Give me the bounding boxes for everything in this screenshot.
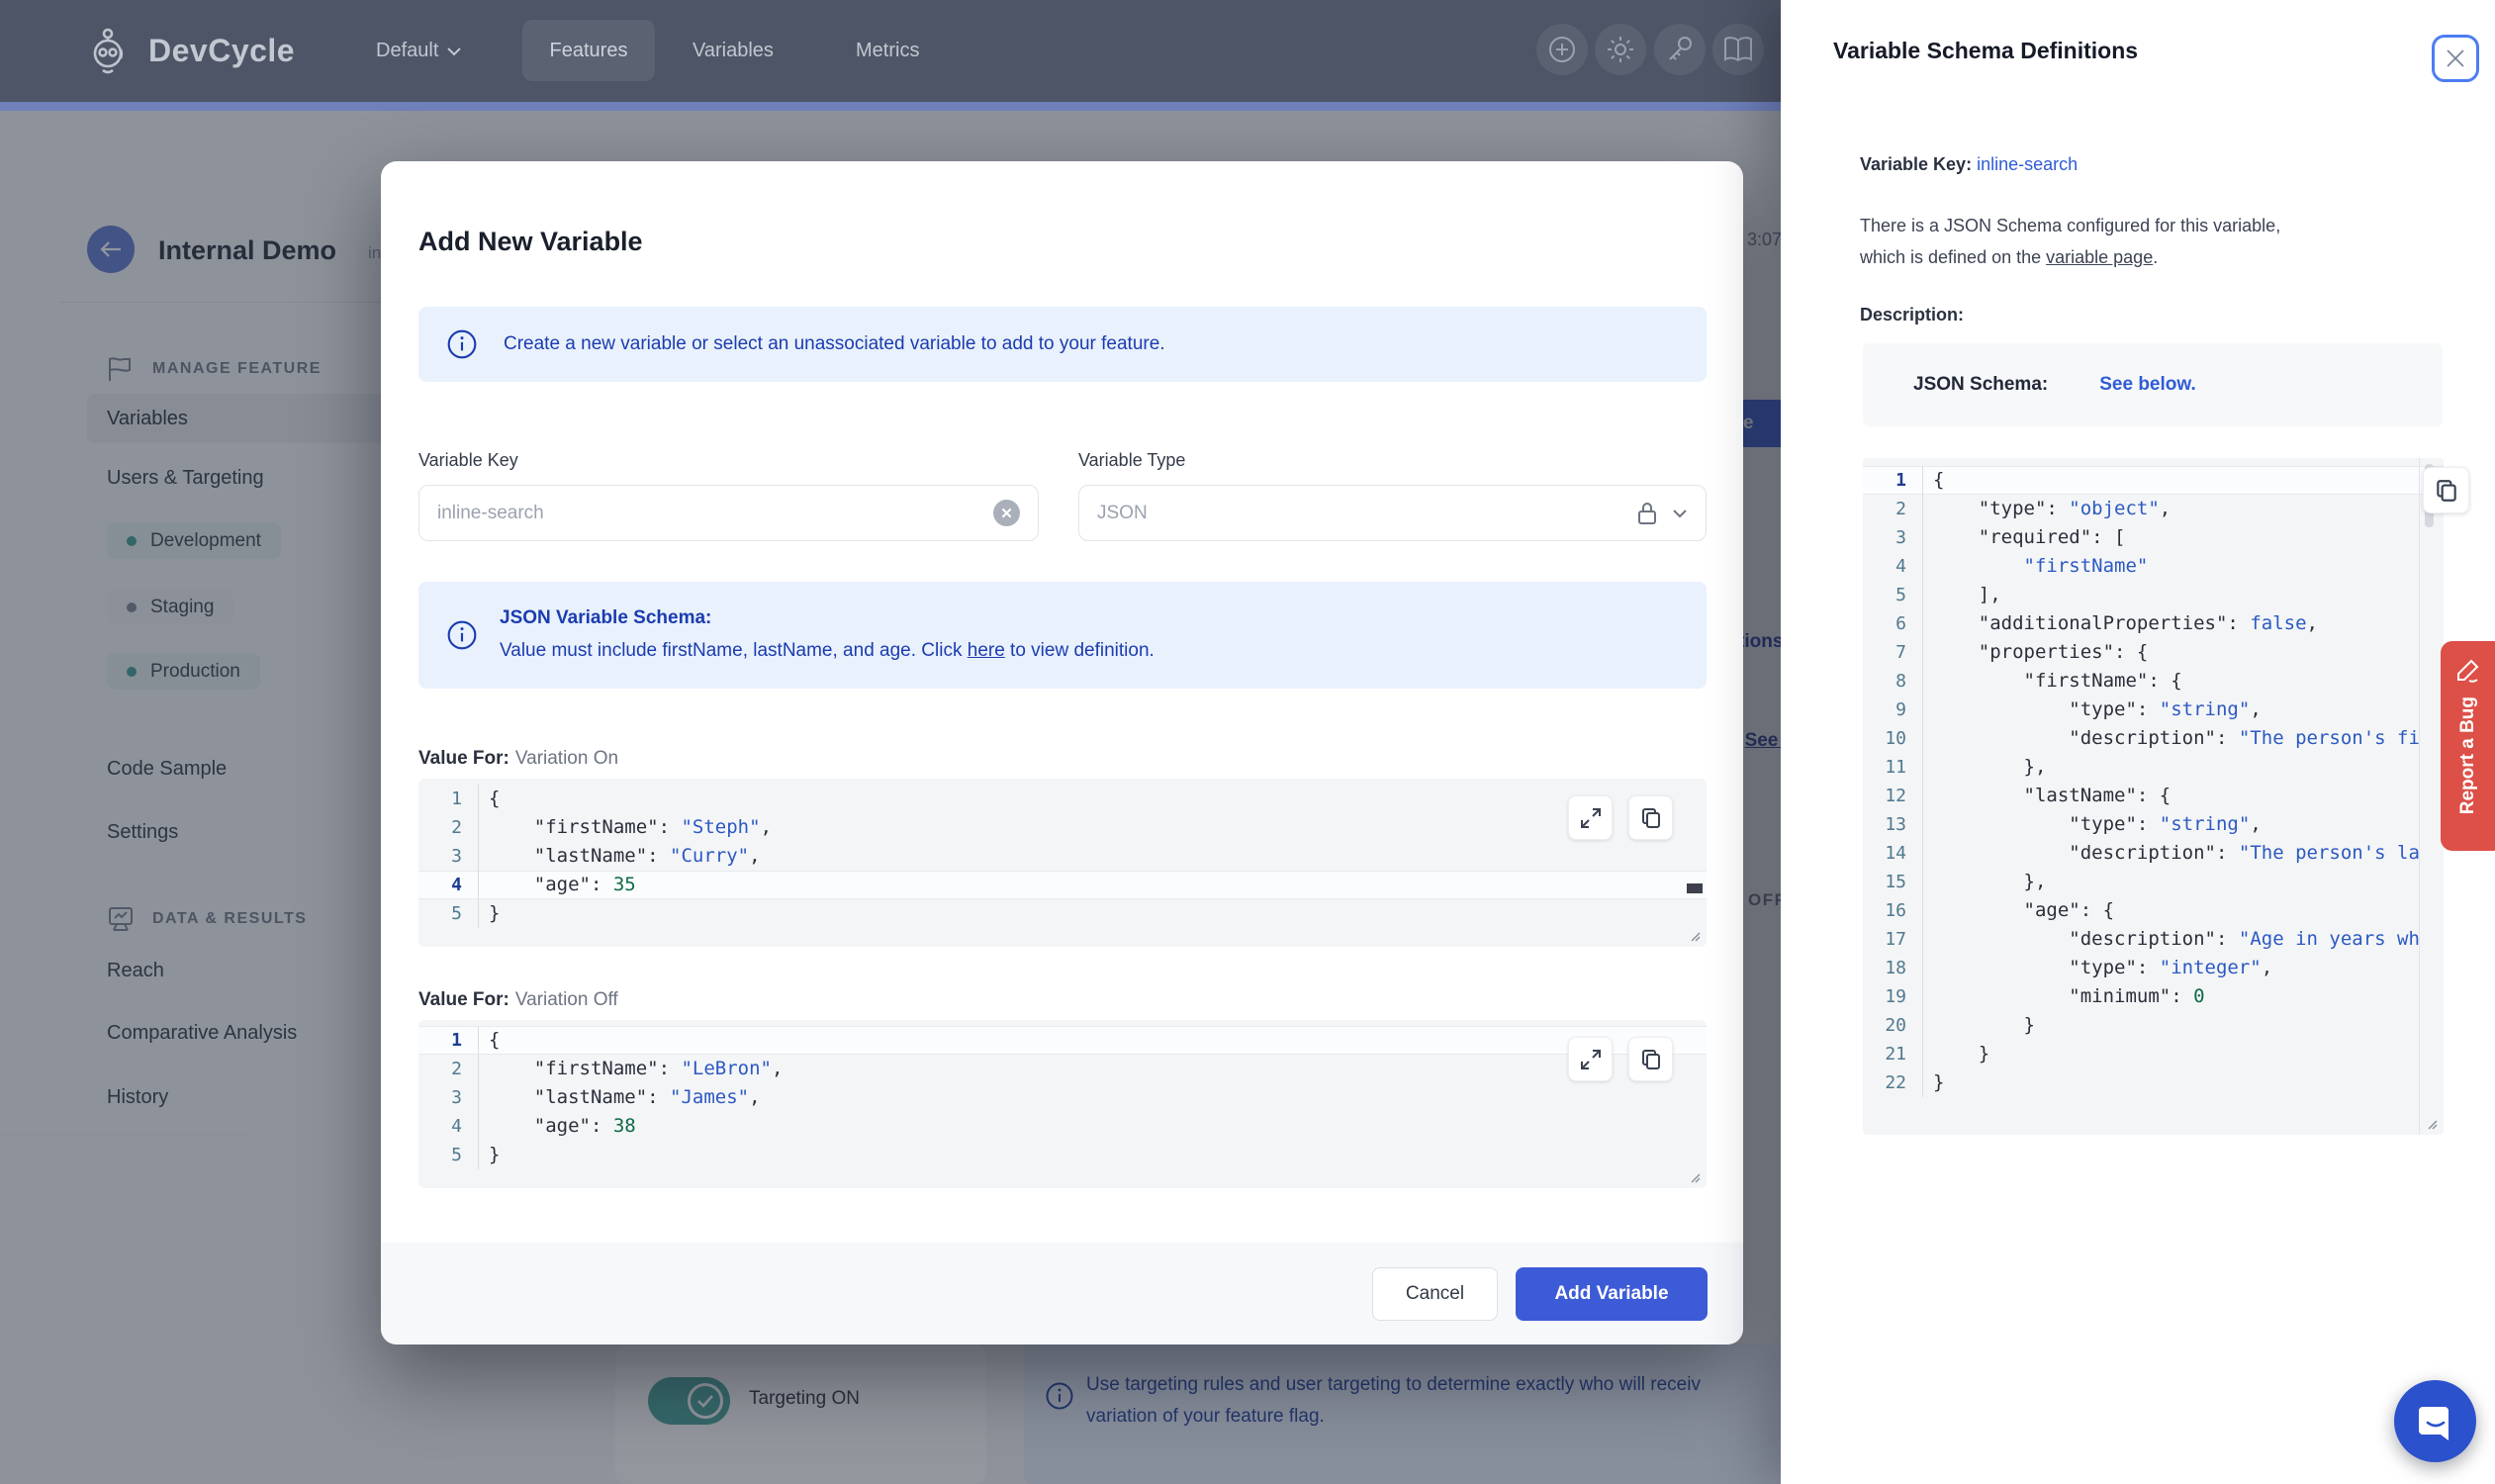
here-link[interactable]: here xyxy=(968,640,1005,661)
variable-key-input[interactable]: inline-search ✕ xyxy=(418,485,1039,541)
project-selector[interactable]: Default xyxy=(376,0,462,102)
devcycle-robot-icon xyxy=(87,26,133,75)
value-for-variation-on-label: Value For: Variation On xyxy=(418,748,619,769)
clear-input-icon[interactable]: ✕ xyxy=(993,500,1020,526)
chat-widget-button[interactable] xyxy=(2394,1380,2476,1462)
code-line: 11 }, xyxy=(1863,753,2444,782)
schema-code-block[interactable]: 1{2 "type": "object", 3 "required": [4 "f… xyxy=(1863,458,2444,1135)
code-line: 13 "type": "string", xyxy=(1863,810,2444,839)
schema-banner-body: Value must include firstName, lastName, … xyxy=(500,640,1155,661)
code-line: 3 "lastName": "Curry", xyxy=(418,842,1707,871)
schema-banner-title: JSON Variable Schema: xyxy=(500,607,712,628)
variable-type-label: Variable Type xyxy=(1078,450,1186,470)
panel-title: Variable Schema Definitions xyxy=(1833,38,2139,63)
report-bug-label: Report a Bug xyxy=(2456,696,2478,815)
pencil-icon xyxy=(2455,657,2481,683)
code-line: 2 "firstName": "Steph", xyxy=(418,813,1707,842)
code-line: 5} xyxy=(418,1141,1707,1169)
close-icon xyxy=(2445,47,2466,69)
key-icon xyxy=(1665,35,1695,64)
code-line: 22} xyxy=(1863,1068,2444,1097)
docs-button[interactable] xyxy=(1712,24,1764,75)
modal-footer: Cancel Add Variable xyxy=(381,1243,1743,1345)
code-line: 3 "required": [ xyxy=(1863,523,2444,552)
code-line: 21 } xyxy=(1863,1040,2444,1068)
lock-icon xyxy=(1636,501,1658,526)
variable-type-select[interactable]: JSON xyxy=(1078,485,1707,541)
code-line: 18 "type": "integer", xyxy=(1863,954,2444,982)
code-line: 17 "description": "Age in years wh xyxy=(1863,925,2444,954)
code-line: 8 "firstName": { xyxy=(1863,667,2444,696)
cancel-button[interactable]: Cancel xyxy=(1372,1267,1498,1321)
copy-icon[interactable] xyxy=(1628,795,1673,840)
add-new-variable-modal: Add New Variable Create a new variable o… xyxy=(381,161,1743,1345)
gear-icon xyxy=(1606,35,1635,64)
book-icon xyxy=(1722,36,1754,63)
brand-name: DevCycle xyxy=(148,32,296,68)
variable-key-label: Variable Key xyxy=(418,450,518,470)
variation-on-editor[interactable]: 1{2 "firstName": "Steph", 3 "lastName": "… xyxy=(418,779,1707,947)
editor-scrollbar-thumb[interactable] xyxy=(1687,883,1703,893)
variable-schema-definitions-panel: Variable Schema Definitions Variable Key… xyxy=(1781,0,2495,1484)
info-circle-icon xyxy=(446,619,478,651)
code-line: 2 "firstName": "LeBron", xyxy=(418,1055,1707,1083)
copy-icon[interactable] xyxy=(2423,467,2469,513)
description-label: Description: xyxy=(1860,305,1965,325)
code-line: 19 "minimum": 0 xyxy=(1863,982,2444,1011)
report-a-bug-tab[interactable]: Report a Bug xyxy=(2441,641,2495,851)
panel-paragraph: There is a JSON Schema configured for th… xyxy=(1860,216,2281,267)
resize-handle-icon[interactable] xyxy=(1689,1171,1701,1183)
code-line: 3 "lastName": "James", xyxy=(418,1083,1707,1112)
code-line: 15 }, xyxy=(1863,868,2444,896)
create-button[interactable] xyxy=(1536,24,1588,75)
code-line: 1{ xyxy=(418,785,1707,813)
code-line: 6 "additionalProperties": false, xyxy=(1863,609,2444,638)
devcycle-logo[interactable]: DevCycle xyxy=(87,26,295,75)
expand-editor-button[interactable] xyxy=(1568,795,1613,840)
panel-variable-key: Variable Key: inline-search xyxy=(1860,154,2079,174)
code-line: 1{ xyxy=(1863,466,2444,495)
copy-icon[interactable] xyxy=(1628,1037,1673,1081)
tab-features[interactable]: Features xyxy=(522,20,655,81)
info-circle-icon xyxy=(446,328,478,360)
tab-variables[interactable]: Variables xyxy=(693,0,774,102)
schema-scrollbar-track[interactable] xyxy=(2419,458,2420,1135)
plus-circle-icon xyxy=(1547,35,1577,64)
code-line: 12 "lastName": { xyxy=(1863,782,2444,810)
create-variable-info-banner: Create a new variable or select an unass… xyxy=(418,307,1707,382)
code-line: 4 "firstName" xyxy=(1863,552,2444,581)
see-below-link[interactable]: See below. xyxy=(2099,374,2196,396)
close-panel-button[interactable] xyxy=(2432,35,2479,82)
api-keys-button[interactable] xyxy=(1654,24,1706,75)
variation-off-editor[interactable]: 1{2 "firstName": "LeBron", 3 "lastName": … xyxy=(418,1020,1707,1188)
resize-handle-icon[interactable] xyxy=(2426,1118,2438,1130)
code-line: 16 "age": { xyxy=(1863,896,2444,925)
code-line: 9 "type": "string", xyxy=(1863,696,2444,724)
code-line: 5} xyxy=(418,899,1707,928)
code-line: 4 "age": 35 xyxy=(418,871,1707,899)
tab-metrics[interactable]: Metrics xyxy=(856,0,919,102)
code-line: 1{ xyxy=(418,1026,1707,1055)
code-line: 7 "properties": { xyxy=(1863,638,2444,667)
json-schema-banner: JSON Variable Schema: Value must include… xyxy=(418,582,1707,689)
code-line: 2 "type": "object", xyxy=(1863,495,2444,523)
resize-handle-icon[interactable] xyxy=(1689,930,1701,942)
code-line: 5 ], xyxy=(1863,581,2444,609)
variable-page-link[interactable]: variable page xyxy=(2046,247,2153,267)
chevron-down-icon xyxy=(1672,509,1688,518)
chat-bubble-icon xyxy=(2415,1401,2456,1442)
code-line: 20 } xyxy=(1863,1011,2444,1040)
add-variable-button[interactable]: Add Variable xyxy=(1516,1267,1708,1321)
modal-title: Add New Variable xyxy=(418,227,643,256)
chevron-down-icon xyxy=(446,46,462,56)
code-line: 14 "description": "The person's la xyxy=(1863,839,2444,868)
code-line: 4 "age": 38 xyxy=(418,1112,1707,1141)
json-schema-row: JSON Schema: See below. xyxy=(1863,343,2443,426)
json-schema-label: JSON Schema: xyxy=(1913,374,2049,395)
expand-editor-button[interactable] xyxy=(1568,1037,1613,1081)
code-line: 10 "description": "The person's fi xyxy=(1863,724,2444,753)
value-for-variation-off-label: Value For: Variation Off xyxy=(418,989,618,1010)
settings-button[interactable] xyxy=(1595,24,1646,75)
